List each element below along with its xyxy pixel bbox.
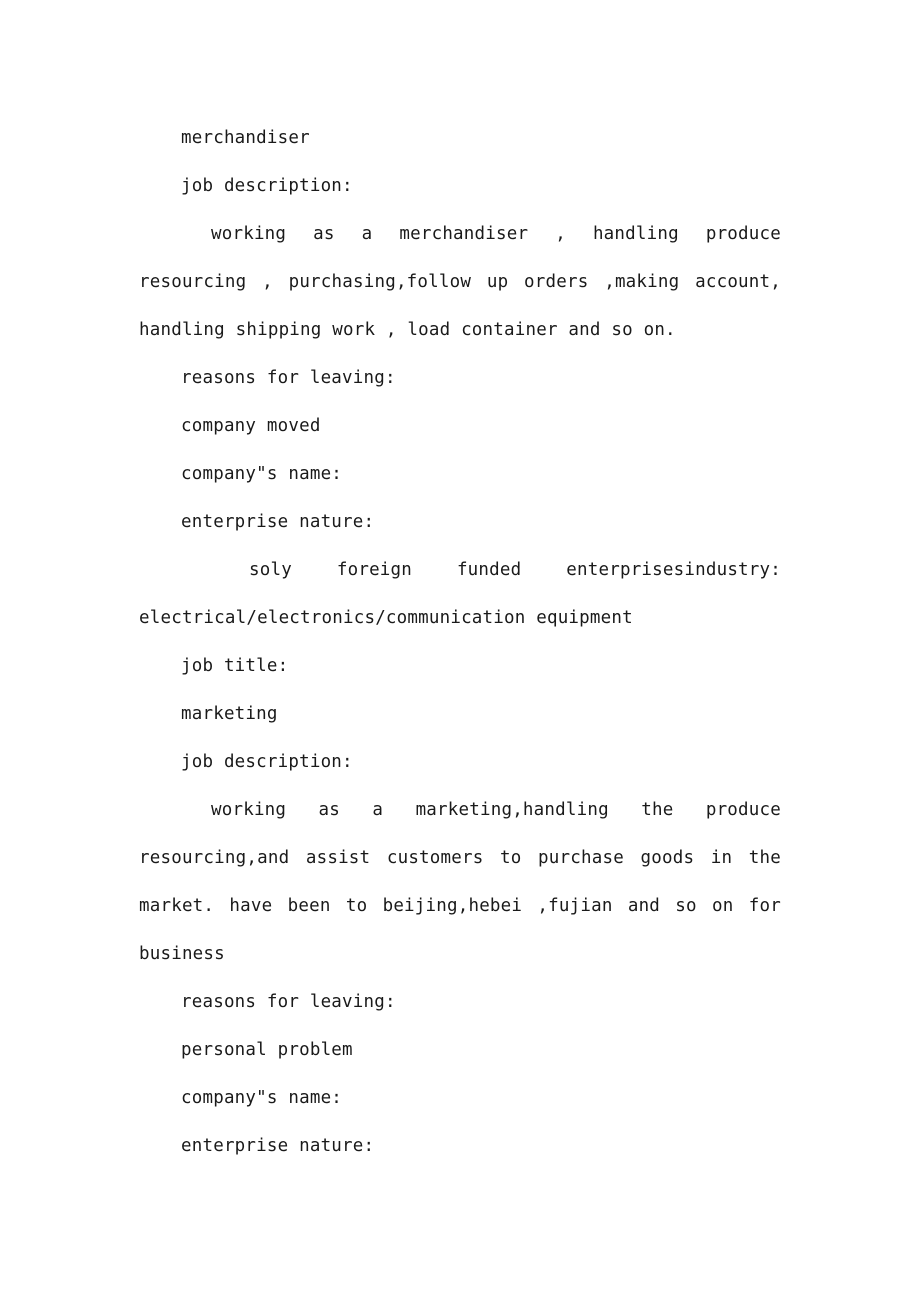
job-description-body-1: working as a merchandiser , handling pro… — [139, 224, 781, 340]
job-title-value-2: marketing — [181, 704, 278, 724]
reasons-for-leaving-value-1: company moved — [181, 416, 321, 436]
reasons-for-leaving-label-1: reasons for leaving: — [181, 368, 396, 388]
job-description-label-1: job description: — [181, 176, 353, 196]
job-description-label-2: job description: — [181, 752, 353, 772]
company-name-label-2: company"s name: — [181, 1088, 343, 1108]
enterprise-nature-body-1: soly foreign funded enterprisesindustry:… — [139, 560, 781, 628]
reasons-for-leaving-label-2: reasons for leaving: — [181, 992, 396, 1012]
document-page: merchandiser job description: working as a… — [0, 0, 920, 1302]
company-name-label-1: company"s name: — [181, 464, 343, 484]
document-body: merchandiser job description: working as a… — [139, 114, 781, 1170]
enterprise-nature-label-2: enterprise nature: — [181, 1136, 375, 1156]
job-description-body-2: working as a marketing,handling the prod… — [139, 800, 781, 964]
job-title-label-2: job title: — [181, 656, 289, 676]
reasons-for-leaving-value-2: personal problem — [181, 1040, 353, 1060]
job-title-value-1: merchandiser — [181, 128, 310, 148]
enterprise-nature-label-1: enterprise nature: — [181, 512, 375, 532]
